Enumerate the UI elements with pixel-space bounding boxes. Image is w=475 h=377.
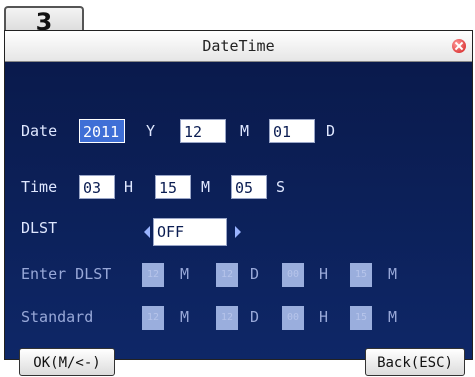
- second-unit: S: [276, 178, 286, 196]
- standard-minute-unit: M: [388, 308, 398, 326]
- standard-day-field: 12: [216, 306, 238, 330]
- second-field[interactable]: 05: [231, 175, 267, 199]
- enter-dlst-minute-unit: M: [388, 265, 398, 283]
- day-field[interactable]: 01: [269, 119, 315, 143]
- enter-dlst-day-unit: D: [250, 265, 260, 283]
- minute-field[interactable]: 15: [155, 175, 191, 199]
- ok-button[interactable]: OK(M/<-): [19, 348, 115, 376]
- standard-minute-field: 15: [350, 306, 372, 330]
- arrow-right-icon[interactable]: [235, 226, 241, 238]
- enter-dlst-label: Enter DLST: [21, 265, 112, 283]
- year-unit: Y: [146, 122, 156, 140]
- date-label: Date: [21, 122, 58, 140]
- minute-unit: M: [201, 178, 211, 196]
- standard-month-unit: M: [180, 308, 190, 326]
- time-label: Time: [21, 178, 58, 196]
- month-unit: M: [240, 122, 250, 140]
- hour-unit: H: [124, 178, 134, 196]
- enter-dlst-day-field: 12: [216, 263, 238, 287]
- enter-dlst-month-field: 12: [142, 263, 164, 287]
- dlst-label: DLST: [21, 219, 58, 237]
- standard-label: Standard: [21, 308, 94, 326]
- month-field[interactable]: 12: [180, 119, 226, 143]
- year-field[interactable]: 2011: [79, 119, 125, 143]
- standard-hour-unit: H: [319, 308, 329, 326]
- standard-month-field: 12: [142, 306, 164, 330]
- standard-hour-field: 00: [282, 306, 304, 330]
- dlst-select[interactable]: OFF: [153, 218, 227, 246]
- standard-day-unit: D: [250, 308, 260, 326]
- enter-dlst-minute-field: 15: [350, 263, 372, 287]
- enter-dlst-hour-unit: H: [319, 265, 329, 283]
- close-icon[interactable]: [452, 39, 466, 53]
- device-screen: DateTime Date 2011 Y 12 M 01 D Time 03 H…: [4, 30, 473, 376]
- enter-dlst-hour-field: 00: [282, 263, 304, 287]
- enter-dlst-month-unit: M: [180, 265, 190, 283]
- back-button[interactable]: Back(ESC): [365, 348, 465, 376]
- datetime-form: Date 2011 Y 12 M 01 D Time 03 H 15 M 05 …: [5, 62, 472, 376]
- hour-field[interactable]: 03: [79, 175, 115, 199]
- arrow-left-icon[interactable]: [144, 226, 150, 238]
- title-bar: DateTime: [5, 31, 472, 62]
- window-title: DateTime: [202, 37, 275, 55]
- day-unit: D: [326, 122, 336, 140]
